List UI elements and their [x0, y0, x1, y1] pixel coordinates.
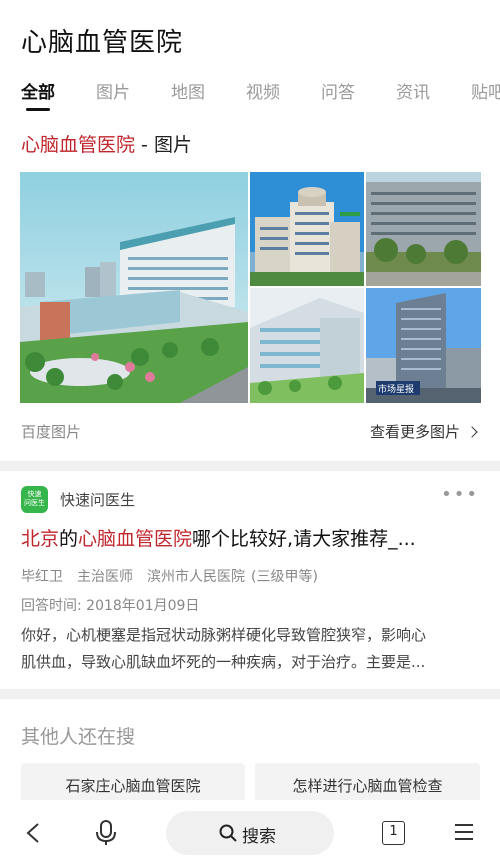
image-gallery: 市场星报: [20, 172, 481, 403]
tab-news[interactable]: 资讯: [396, 78, 430, 103]
microphone-icon[interactable]: [95, 820, 117, 846]
doctor-hospital: 滨州市人民医院: [147, 569, 245, 585]
qa-title-highlight-1: 北京: [21, 528, 60, 550]
qa-title-text-1: 的: [59, 528, 79, 550]
search-button-label: 搜索: [242, 827, 276, 847]
back-icon[interactable]: [24, 823, 44, 843]
tab-video[interactable]: 视频: [246, 78, 280, 103]
gallery-image-hospital-render[interactable]: [250, 288, 364, 403]
source-logo-icon: 快速 问医生: [21, 486, 48, 513]
gallery-image-hospital-campus[interactable]: [366, 172, 481, 286]
search-icon: [219, 824, 237, 842]
answer-snippet[interactable]: 你好，心机梗塞是指冠状动脉粥样硬化导致管腔狭窄，影响心 肌供血，导致心肌缺血坏死…: [21, 622, 481, 676]
view-more-images-link[interactable]: 查看更多图片: [369, 421, 478, 442]
gallery-image-hospital-aerial[interactable]: [20, 172, 248, 403]
gallery-image-hospital-tall-tower[interactable]: 市场星报: [366, 288, 481, 403]
qa-title-text-2: 哪个比较好,请大家推荐_...: [192, 528, 416, 550]
bottom-toolbar: 搜索 1: [0, 800, 500, 867]
search-tabs: 全部 图片 地图 视频 问答 资讯 贴吧: [0, 72, 500, 112]
snippet-line-1: 你好，心机梗塞是指冠状动脉粥样硬化导致管腔狭窄，影响心: [21, 626, 427, 644]
watermark-caption: 市场星报: [378, 385, 415, 395]
more-options-icon[interactable]: •••: [441, 484, 479, 505]
related-searches-title: 其他人还在搜: [21, 726, 136, 748]
gallery-image-hospital-round-tower[interactable]: [250, 172, 364, 286]
source-logo-text-top: 快速: [27, 490, 42, 498]
doctor-name: 毕红卫: [21, 569, 63, 585]
tab-qa[interactable]: 问答: [321, 78, 355, 103]
doctor-info: 毕红卫 主治医师 滨州市人民医院 (三级甲等): [21, 566, 332, 586]
section-divider: [0, 461, 500, 471]
chevron-right-icon: [466, 426, 478, 438]
section-divider: [0, 689, 500, 699]
header: 心脑血管医院 全部 图片 地图 视频 问答 资讯 贴吧: [0, 0, 500, 120]
images-card-title[interactable]: 心脑血管医院 - 图片: [21, 130, 192, 157]
tab-tieba[interactable]: 贴吧: [471, 78, 500, 103]
doctor-hospital-level: (三级甲等): [251, 569, 318, 585]
qa-result-title[interactable]: 北京的心脑血管医院哪个比较好,请大家推荐_...: [21, 524, 481, 551]
view-more-label: 查看更多图片: [369, 423, 460, 441]
source-name[interactable]: 快速问医生: [60, 489, 135, 510]
source-logo-text-bottom: 问医生: [24, 499, 45, 507]
tab-map[interactable]: 地图: [171, 78, 205, 103]
tabs-count-icon[interactable]: 1: [382, 821, 405, 845]
menu-icon[interactable]: [454, 822, 474, 842]
images-title-suffix: - 图片: [135, 134, 192, 156]
search-query-title[interactable]: 心脑血管医院: [21, 22, 183, 59]
images-title-highlight: 心脑血管医院: [21, 134, 136, 156]
images-source-label: 百度图片: [21, 423, 82, 441]
search-button[interactable]: 搜索: [166, 811, 334, 855]
snippet-line-2: 肌供血，导致心肌缺血坏死的一种疾病，对于治疗。主要是...: [21, 653, 426, 671]
qa-title-highlight-2: 心脑血管医院: [78, 528, 193, 550]
active-tab-indicator: [26, 108, 50, 111]
answer-time: 回答时间: 2018年01月09日: [21, 598, 200, 614]
tab-all[interactable]: 全部: [21, 78, 55, 103]
doctor-title: 主治医师: [77, 569, 133, 585]
tab-images[interactable]: 图片: [96, 78, 130, 103]
